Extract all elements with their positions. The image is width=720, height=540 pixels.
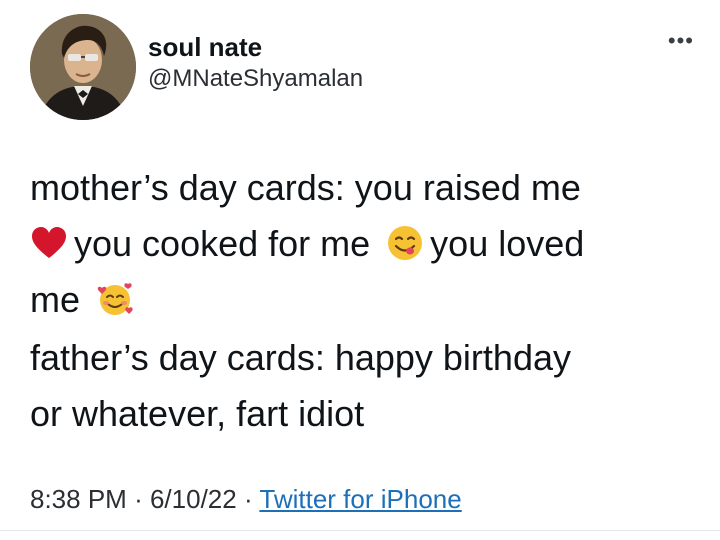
divider: [0, 530, 720, 531]
tweet-paragraph-1: mother’s day cards: you raised me you co…: [30, 160, 690, 328]
tweet-date[interactable]: 6/10/22: [150, 484, 237, 514]
meta-separator: ·: [243, 484, 253, 514]
savoring-food-face-icon: [386, 224, 424, 262]
smiling-face-with-hearts-icon: [96, 280, 134, 318]
meta-separator: ·: [134, 484, 143, 514]
more-options-icon[interactable]: •••: [668, 30, 694, 52]
tweet-text-para2-line2: or whatever, fart idiot: [30, 393, 365, 434]
avatar[interactable]: [30, 14, 136, 120]
tweet-text-line2b: you loved: [430, 223, 585, 264]
avatar-image: [30, 14, 136, 120]
tweet-source-link[interactable]: Twitter for iPhone: [259, 484, 461, 514]
display-name[interactable]: soul nate: [148, 32, 363, 62]
tweet-time[interactable]: 8:38 PM: [30, 484, 127, 514]
tweet-text-line2a: you cooked for me: [74, 223, 371, 264]
user-names: soul nate @MNateShyamalan: [148, 32, 363, 94]
tweet-paragraph-2: father’s day cards: happy birthday or wh…: [30, 330, 690, 442]
tweet-text-para2-line1: father’s day cards: happy birthday: [30, 337, 571, 378]
user-handle[interactable]: @MNateShyamalan: [148, 64, 363, 94]
tweet-header: soul nate @MNateShyamalan •••: [30, 10, 700, 120]
tweet: soul nate @MNateShyamalan ••• mother’s d…: [0, 0, 720, 540]
tweet-text: mother’s day cards: you raised me you co…: [30, 160, 690, 442]
tweet-text-line3: me: [30, 279, 81, 320]
tweet-text-line1: mother’s day cards: you raised me: [30, 167, 581, 208]
red-heart-icon: [30, 224, 68, 262]
tweet-meta: 8:38 PM · 6/10/22 · Twitter for iPhone: [30, 482, 462, 516]
